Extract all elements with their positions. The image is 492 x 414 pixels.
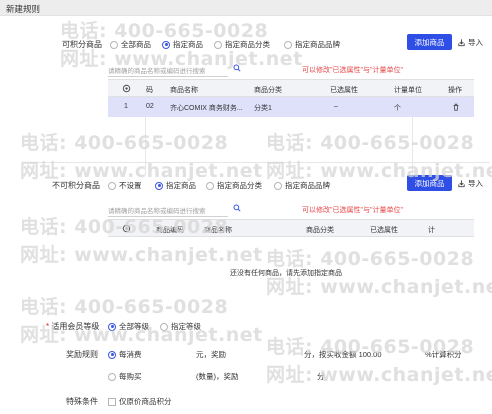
radio-specified-category[interactable]: 指定商品分类	[214, 39, 270, 50]
add-product-button-2[interactable]: 添加商品	[407, 175, 452, 191]
reward-rule-label: 奖励规则	[66, 350, 98, 359]
member-level-label: * 适用会员等级	[46, 322, 100, 331]
watermark-phone: 电话: 400-665-0028	[266, 132, 475, 154]
radio-specified-brand[interactable]: 指定商品品牌	[284, 39, 340, 50]
import-icon	[458, 180, 465, 188]
radio-not-set[interactable]: 不设置	[108, 180, 142, 191]
product-table-header: 码 商品名称 商品分类 已选属性 计量单位 操作	[108, 79, 474, 97]
search-icon[interactable]	[233, 204, 241, 212]
points-text: 分	[317, 372, 325, 381]
radio-specified-products-2[interactable]: 指定商品	[155, 180, 196, 191]
col-action: 操作	[448, 87, 462, 94]
table-row[interactable]: 1 02 齐心COMIX 商务财务... 分类1 – 个	[108, 97, 474, 117]
search-underline	[108, 76, 228, 77]
product-table-header-2: 商品编码 商品名称 商品分类 已选属性 计	[108, 219, 474, 237]
edit-hint-2: 可以修改"已选属性"与"计量单位"	[302, 207, 403, 214]
settings-icon[interactable]	[122, 84, 131, 93]
watermark-site: 网址: www.chanjet.net	[20, 160, 263, 182]
radio-specified-levels[interactable]: 指定等级	[160, 321, 201, 332]
radio-specified-brand-2[interactable]: 指定商品品牌	[274, 180, 330, 191]
table-divider	[145, 117, 146, 175]
radio-icon	[108, 181, 116, 190]
product-search-input-2[interactable]: 请精确的商品名称或编码进行搜索	[108, 205, 206, 215]
col-category: 商品分类	[254, 87, 282, 94]
col-unit: 计量单位	[394, 87, 422, 94]
radio-icon	[108, 372, 116, 381]
watermark-phone: 电话: 400-665-0028	[20, 132, 229, 154]
radio-per-purchase[interactable]: 每购买	[108, 371, 142, 382]
empty-table-message: 还没有任何商品，请先添加指定商品	[230, 270, 342, 277]
search-icon[interactable]	[233, 64, 241, 72]
special-condition-label: 特殊条件	[66, 397, 98, 406]
qty-reward-text: (数量)，奖励	[196, 372, 239, 381]
dialog-title: 新建规则	[6, 4, 41, 14]
radio-specified-category-2[interactable]: 指定商品分类	[206, 180, 262, 191]
radio-icon	[110, 40, 118, 49]
row-code: 02	[146, 103, 154, 110]
watermark-site: 网址: www.chanjet.net	[266, 364, 492, 386]
edit-hint: 可以修改"已选属性"与"计量单位"	[302, 67, 403, 74]
col-attr: 已选属性	[370, 227, 398, 234]
non-integrable-products-label: 不可积分商品	[52, 181, 100, 190]
col-name: 商品名称	[204, 227, 232, 234]
original-price-only-checkbox[interactable]: 仅原价商品积分	[108, 396, 172, 407]
watermark-site: 网址: www.chanjet.net	[20, 244, 263, 266]
radio-icon	[274, 181, 282, 190]
checkbox-icon	[108, 397, 116, 406]
settings-icon[interactable]	[122, 224, 131, 233]
radio-icon	[155, 181, 163, 190]
col-code: 商品编码	[156, 227, 184, 234]
radio-specified-products[interactable]: 指定商品	[162, 39, 203, 50]
radio-per-spend[interactable]: 每消费	[108, 349, 142, 360]
table-divider	[412, 117, 413, 175]
radio-icon	[160, 322, 168, 331]
row-attr[interactable]: –	[334, 103, 338, 110]
radio-icon	[108, 350, 116, 359]
watermark-phone: 电话: 400-665-0028	[20, 296, 229, 318]
radio-icon	[206, 181, 214, 190]
radio-icon	[214, 40, 222, 49]
radio-icon	[162, 40, 170, 49]
row-category: 分类1	[254, 105, 272, 112]
import-button-2[interactable]: 导入	[457, 178, 483, 189]
row-unit[interactable]: 个	[394, 103, 401, 113]
percent-calc-text: %计算积分	[425, 350, 462, 359]
integrable-products-label: 可积分商品	[62, 40, 102, 49]
col-code: 码	[146, 87, 153, 94]
dialog-title-bar: 新建规则	[0, 0, 492, 16]
delete-icon[interactable]	[452, 103, 460, 111]
radio-icon	[108, 322, 116, 331]
col-unit: 计	[428, 227, 435, 234]
yuan-reward-text: 元，奖励	[196, 350, 226, 359]
import-icon	[458, 39, 465, 47]
product-search-input[interactable]: 请精确的商品名称或编码进行搜索	[108, 65, 206, 75]
col-attr: 已选属性	[330, 87, 358, 94]
section-divider	[30, 162, 490, 163]
search-underline	[108, 216, 228, 217]
radio-all-levels[interactable]: 全部等级	[108, 321, 149, 332]
radio-icon	[284, 40, 292, 49]
col-category: 商品分类	[306, 227, 334, 234]
row-name: 齐心COMIX 商务财务...	[170, 105, 243, 112]
col-name: 商品名称	[170, 87, 198, 94]
import-button[interactable]: 导入	[457, 37, 483, 48]
required-mark: *	[46, 322, 50, 331]
row-index: 1	[124, 103, 128, 110]
add-product-button[interactable]: 添加商品	[407, 34, 452, 50]
points-actual-amount-text: 分，按实收金额 100.00	[304, 350, 382, 359]
watermark-phone: 电话: 400-665-0028	[266, 248, 475, 270]
radio-all-products[interactable]: 全部商品	[110, 39, 151, 50]
